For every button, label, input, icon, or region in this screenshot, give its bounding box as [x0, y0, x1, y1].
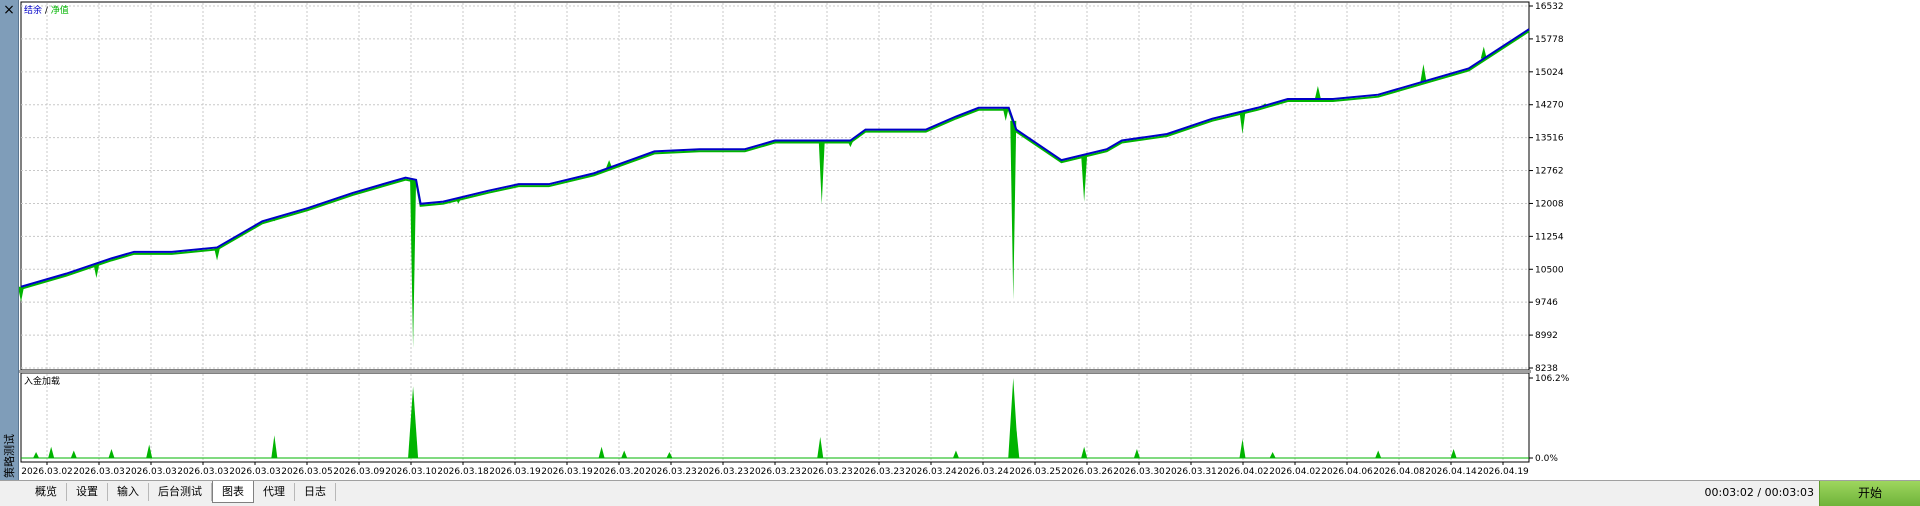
sub-legend: 入金加载 — [24, 375, 60, 387]
xtick-label-7: 2026.03.10 — [385, 467, 437, 477]
tester-side-strip: × 策略测试 — [0, 0, 19, 480]
start-button[interactable]: 开始 — [1819, 481, 1920, 506]
xtick-label-19: 2026.03.25 — [1009, 467, 1061, 477]
tab-5[interactable]: 代理 — [254, 483, 295, 501]
main-ytick-label-0: 16532 — [1535, 2, 1564, 12]
xtick-label-24: 2026.04.02 — [1269, 467, 1321, 477]
xtick-label-3: 2026.03.03 — [177, 467, 229, 477]
main-ytick-label-8: 10500 — [1535, 265, 1564, 275]
sub-ytick-label-0: 106.2% — [1535, 374, 1570, 384]
tab-6[interactable]: 日志 — [295, 483, 336, 501]
xtick-label-13: 2026.03.23 — [697, 467, 749, 477]
main-panel-frame — [20, 1, 1530, 371]
elapsed-timer: 00:03:02 / 00:03:03 — [1704, 486, 1814, 499]
tab-1[interactable]: 设置 — [67, 483, 108, 501]
xtick-label-12: 2026.03.23 — [645, 467, 697, 477]
main-ytick-label-10: 8992 — [1535, 331, 1558, 341]
xtick-label-1: 2026.03.03 — [73, 467, 125, 477]
xtick-label-6: 2026.03.09 — [333, 467, 385, 477]
tab-4[interactable]: 图表 — [212, 481, 254, 503]
main-ytick-label-6: 12008 — [1535, 199, 1564, 209]
xtick-label-17: 2026.03.24 — [905, 467, 957, 477]
tab-strip: 概览 设置 输入 后台测试 图表 代理 日志 — [26, 481, 336, 506]
xtick-label-26: 2026.04.08 — [1373, 467, 1425, 477]
xtick-label-5: 2026.03.05 — [281, 467, 333, 477]
xtick-label-20: 2026.03.26 — [1061, 467, 1113, 477]
main-ytick-label-9: 9746 — [1535, 298, 1558, 308]
xtick-label-28: 2026.04.19 — [1477, 467, 1529, 477]
xtick-label-2: 2026.03.03 — [125, 467, 177, 477]
xtick-label-8: 2026.03.18 — [437, 467, 489, 477]
main-ytick-label-4: 13516 — [1535, 134, 1564, 144]
xtick-label-14: 2026.03.23 — [749, 467, 801, 477]
xtick-label-23: 2026.04.02 — [1217, 467, 1269, 477]
xtick-label-15: 2026.03.23 — [801, 467, 853, 477]
main-legend: 结余 / 净值 — [24, 4, 69, 16]
main-ytick-label-2: 15024 — [1535, 68, 1564, 78]
xtick-label-25: 2026.04.06 — [1321, 467, 1373, 477]
xtick-label-27: 2026.04.14 — [1425, 467, 1477, 477]
sub-ytick-label-1: 0.0% — [1535, 454, 1558, 464]
panel-splitter — [19, 370, 1531, 373]
side-panel-title: 策略测试 — [3, 434, 16, 478]
xtick-label-11: 2026.03.20 — [593, 467, 645, 477]
legend-separator: / — [42, 6, 51, 16]
tab-0[interactable]: 概览 — [26, 483, 67, 501]
close-icon[interactable]: × — [1, 2, 17, 18]
chart-area[interactable]: 16532 15778 15024 14270 13516 12762 12008 11254… — [19, 0, 1920, 480]
main-ytick-label-11: 8238 — [1535, 364, 1558, 374]
main-ytick-label-3: 14270 — [1535, 101, 1564, 111]
xtick-label-22: 2026.03.31 — [1165, 467, 1217, 477]
xtick-label-10: 2026.03.19 — [541, 467, 593, 477]
xtick-label-16: 2026.03.23 — [853, 467, 905, 477]
main-ytick-label-5: 12762 — [1535, 167, 1564, 177]
bottom-tab-bar: 概览 设置 输入 后台测试 图表 代理 日志 00:03:02 / 00:03:03 开始 — [0, 480, 1920, 506]
xtick-label-0: 2026.03.02 — [21, 467, 73, 477]
chart-svg: 16532 15778 15024 14270 13516 12762 12008 11254… — [19, 1, 1570, 477]
legend-equity: 净值 — [51, 4, 69, 16]
main-ytick-label-1: 15778 — [1535, 35, 1564, 45]
xtick-label-21: 2026.03.30 — [1113, 467, 1165, 477]
xtick-label-9: 2026.03.19 — [489, 467, 541, 477]
xtick-label-18: 2026.03.24 — [957, 467, 1009, 477]
tab-3[interactable]: 后台测试 — [149, 483, 212, 501]
legend-balance: 结余 — [24, 4, 42, 16]
xtick-label-4: 2026.03.03 — [229, 467, 281, 477]
main-ytick-label-7: 11254 — [1535, 232, 1564, 242]
tab-2[interactable]: 输入 — [108, 483, 149, 501]
